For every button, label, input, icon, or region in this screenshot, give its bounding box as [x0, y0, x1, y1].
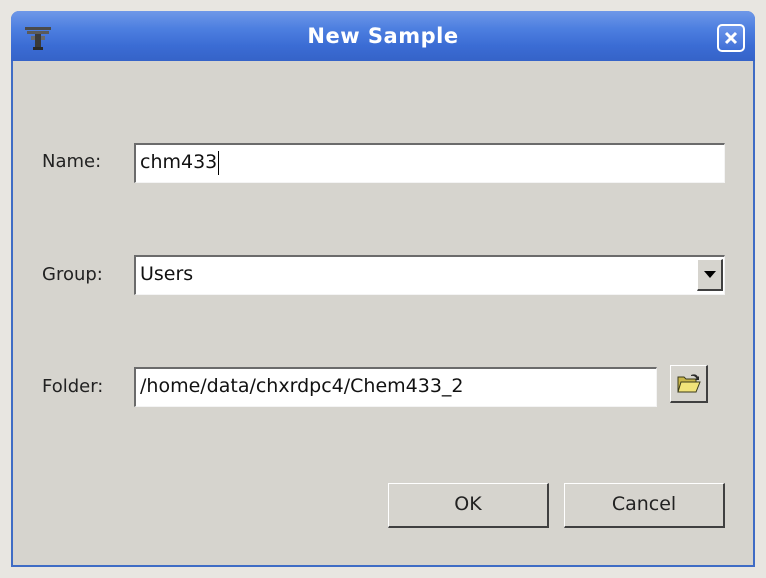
new-sample-dialog: New Sample Name: chm433 Group: Users Fol… [11, 11, 755, 567]
group-value: Users [140, 263, 194, 285]
folder-value: /home/data/chxrdpc4/Chem433_2 [140, 375, 464, 397]
title-bar[interactable]: New Sample [11, 11, 755, 61]
folder-input[interactable]: /home/data/chxrdpc4/Chem433_2 [134, 367, 657, 407]
folder-open-icon [677, 374, 701, 393]
name-input[interactable]: chm433 [134, 143, 725, 183]
group-select[interactable]: Users [134, 255, 725, 295]
text-caret [218, 150, 220, 175]
close-icon [724, 31, 738, 45]
dialog-title: New Sample [307, 24, 459, 48]
folder-label: Folder: [42, 376, 104, 397]
cancel-button[interactable]: Cancel [564, 483, 725, 528]
name-label: Name: [42, 151, 102, 172]
chevron-down-icon [704, 271, 716, 278]
browse-folder-button[interactable] [670, 365, 708, 403]
group-label: Group: [42, 264, 103, 285]
name-value: chm433 [140, 151, 218, 173]
ok-button[interactable]: OK [388, 483, 549, 528]
close-button[interactable] [717, 24, 745, 52]
dropdown-button[interactable] [697, 259, 723, 291]
